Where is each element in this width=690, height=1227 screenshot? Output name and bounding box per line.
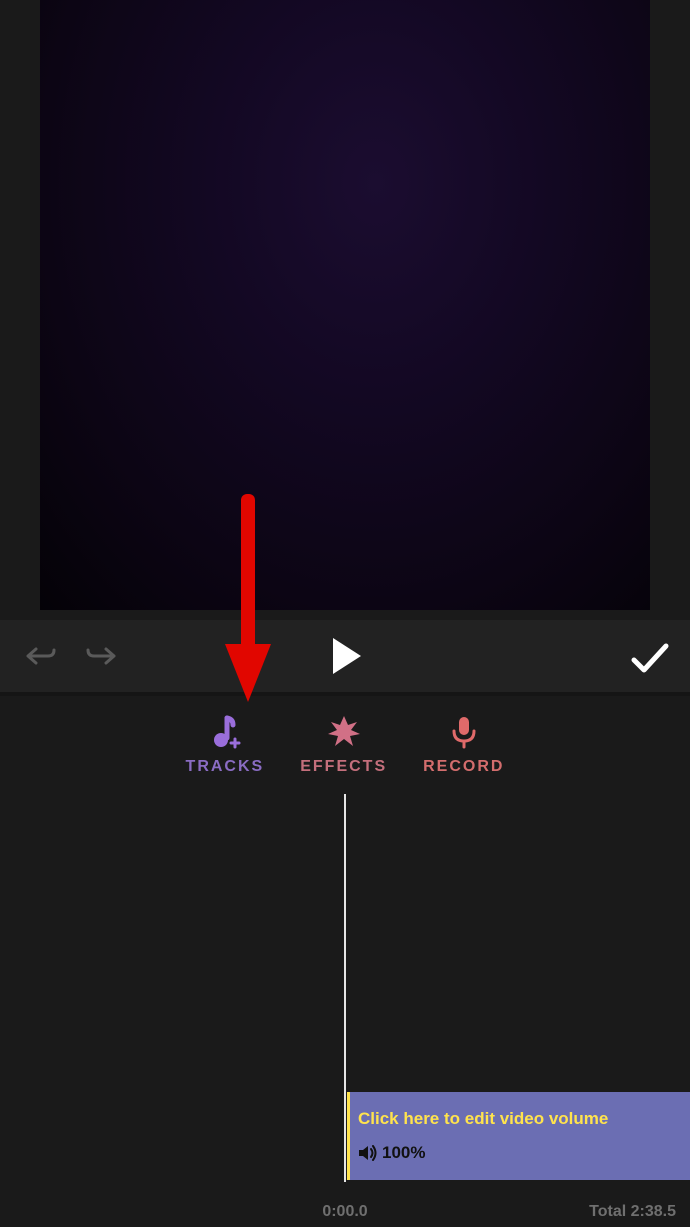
record-tab[interactable]: RECORD [423,714,504,776]
redo-icon [86,642,118,670]
volume-percent: 100% [382,1143,425,1163]
confirm-button[interactable] [628,636,672,680]
redo-button[interactable] [84,638,120,674]
current-time: 0:00.0 [0,1203,690,1221]
preview-area [0,0,690,620]
volume-value-row: 100% [358,1143,690,1163]
microphone-icon [446,714,482,750]
tracks-tab[interactable]: TRACKS [186,714,265,776]
effects-tab[interactable]: EFFECTS [300,714,387,776]
tracks-tab-label: TRACKS [186,758,265,776]
effects-tab-label: EFFECTS [300,758,387,776]
video-editor-screen: TRACKS EFFECTS RECORD Click here to edit… [0,0,690,1227]
checkmark-icon [630,642,670,674]
record-tab-label: RECORD [423,758,504,776]
undo-icon [24,642,56,670]
play-icon [329,636,363,676]
time-bar: . 0:00.0 Total 2:38.5 [0,1196,690,1227]
video-volume-clip[interactable]: Click here to edit video volume 100% [347,1092,690,1180]
volume-hint-text: Click here to edit video volume [358,1109,690,1129]
starburst-icon [326,714,362,750]
play-button[interactable] [320,630,372,682]
speaker-icon [358,1144,378,1162]
music-note-plus-icon [207,714,243,750]
playback-control-bar [0,620,690,692]
video-preview[interactable] [40,0,650,610]
undo-button[interactable] [22,638,58,674]
audio-tabs-row: TRACKS EFFECTS RECORD [0,696,690,788]
timeline-playhead[interactable] [344,794,346,1182]
